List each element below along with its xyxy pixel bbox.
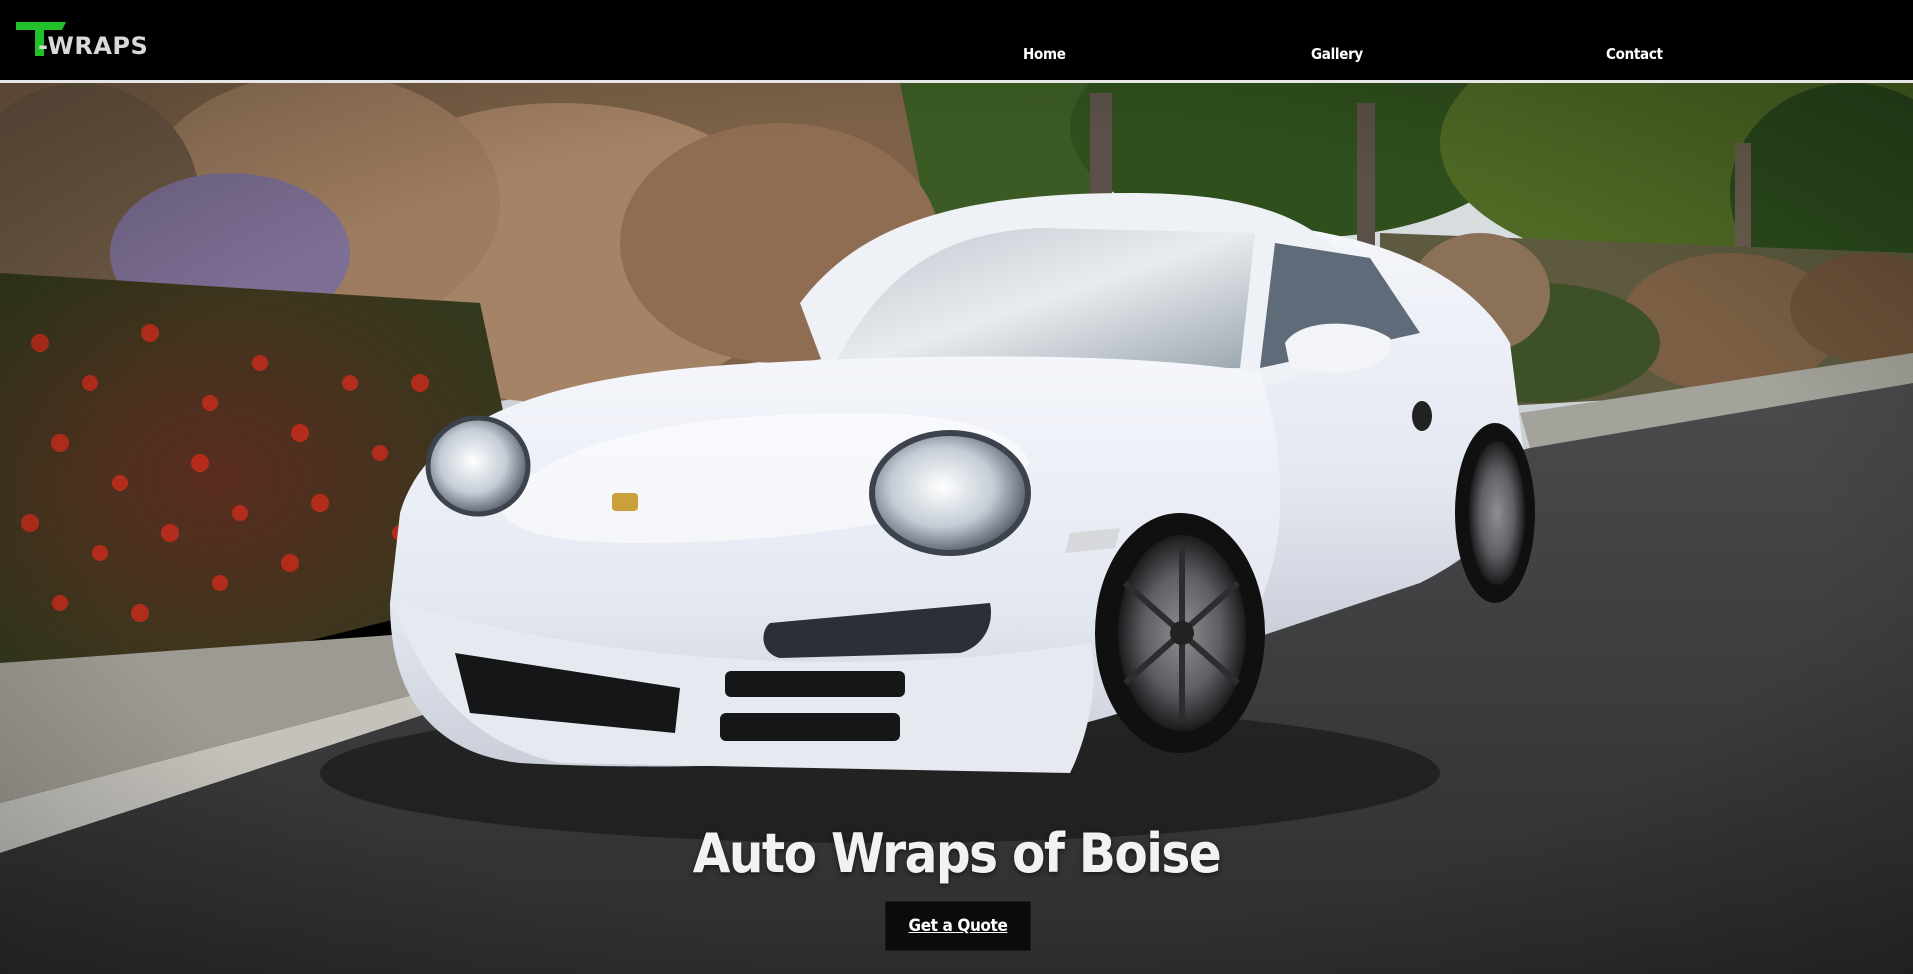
nav-home-link[interactable]: Home — [1023, 45, 1066, 63]
t-wraps-logo[interactable]: -WRAPS — [16, 18, 166, 62]
page: -WRAPS Home Gallery Contact Auto Wraps o… — [0, 0, 1913, 974]
site-header: -WRAPS Home Gallery Contact — [0, 0, 1913, 83]
nav-gallery-link[interactable]: Gallery — [1311, 45, 1363, 63]
hero-section: Auto Wraps of Boise Get a Quote — [0, 83, 1913, 974]
get-a-quote-button[interactable]: Get a Quote — [885, 901, 1031, 951]
logo-text: -WRAPS — [38, 32, 148, 60]
nav-contact-link[interactable]: Contact — [1606, 45, 1663, 63]
hero-title: Auto Wraps of Boise — [692, 822, 1222, 885]
